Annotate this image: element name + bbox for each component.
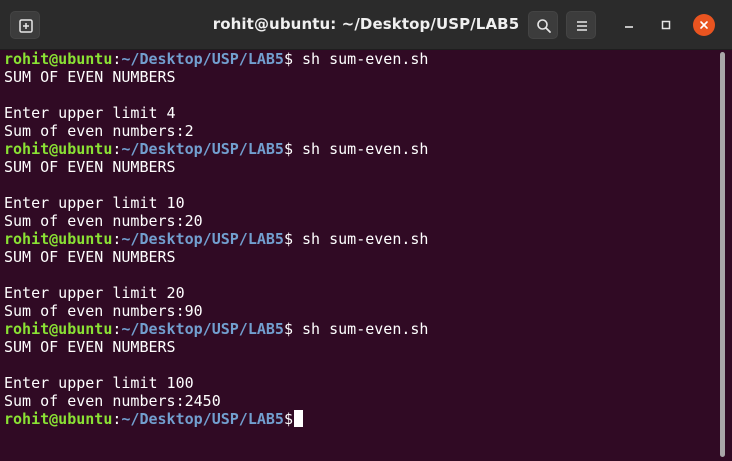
prompt-user: rohit@ubuntu (4, 230, 113, 248)
prompt-user: rohit@ubuntu (4, 410, 113, 428)
prompt-line: rohit@ubuntu:~/Desktop/USP/LAB5$ sh sum-… (4, 140, 718, 158)
command-text: $ sh sum-even.sh (283, 50, 429, 68)
search-button[interactable] (528, 11, 558, 39)
prompt-user: rohit@ubuntu (4, 140, 113, 158)
prompt-user: rohit@ubuntu (4, 50, 113, 68)
command-text: $ sh sum-even.sh (283, 230, 429, 248)
new-tab-icon (19, 19, 33, 33)
title-bar[interactable]: rohit@ubuntu: ~/Desktop/USP/LAB5 (0, 0, 732, 50)
prompt-path: ~/Desktop/USP/LAB5 (121, 410, 284, 428)
search-icon (537, 19, 551, 33)
output-line: Sum of even numbers:90 (4, 302, 203, 320)
output-line: SUM OF EVEN NUMBERS (4, 338, 176, 356)
prompt-path: ~/Desktop/USP/LAB5 (121, 50, 284, 68)
prompt-path: ~/Desktop/USP/LAB5 (121, 320, 284, 338)
scrollbar[interactable] (719, 50, 727, 461)
terminal-window: rohit@ubuntu: ~/Desktop/USP/LAB5 rohit@u… (0, 0, 732, 461)
scrollbar-thumb[interactable] (720, 52, 725, 457)
command-text: $ sh sum-even.sh (283, 140, 429, 158)
output-line: Enter upper limit 4 (4, 104, 176, 122)
hamburger-menu-icon (577, 21, 587, 31)
menu-button[interactable] (566, 11, 596, 39)
output-line: Sum of even numbers:2450 (4, 392, 221, 410)
close-button[interactable] (693, 14, 715, 36)
close-icon (700, 21, 708, 29)
prompt-line: rohit@ubuntu:~/Desktop/USP/LAB5$ sh sum-… (4, 230, 718, 248)
output-line: SUM OF EVEN NUMBERS (4, 158, 176, 176)
minimize-icon (625, 26, 633, 28)
command-text: $ (283, 410, 293, 428)
output-line: Enter upper limit 20 (4, 284, 185, 302)
new-tab-button[interactable] (10, 11, 40, 39)
output-line: SUM OF EVEN NUMBERS (4, 248, 176, 266)
prompt-line: rohit@ubuntu:~/Desktop/USP/LAB5$ (4, 410, 718, 428)
maximize-button[interactable] (655, 14, 677, 36)
prompt-path: ~/Desktop/USP/LAB5 (121, 230, 284, 248)
prompt-line: rohit@ubuntu:~/Desktop/USP/LAB5$ sh sum-… (4, 50, 718, 68)
terminal-output[interactable]: rohit@ubuntu:~/Desktop/USP/LAB5$ sh sum-… (0, 50, 718, 461)
output-line: Sum of even numbers:20 (4, 212, 203, 230)
command-text: $ sh sum-even.sh (283, 320, 429, 338)
maximize-icon (661, 20, 671, 30)
output-line: SUM OF EVEN NUMBERS (4, 68, 176, 86)
minimize-button[interactable] (618, 14, 640, 36)
output-line: Sum of even numbers:2 (4, 122, 194, 140)
prompt-path: ~/Desktop/USP/LAB5 (121, 140, 284, 158)
output-line: Enter upper limit 100 (4, 374, 194, 392)
prompt-line: rohit@ubuntu:~/Desktop/USP/LAB5$ sh sum-… (4, 320, 718, 338)
terminal-cursor (294, 410, 303, 427)
output-line: Enter upper limit 10 (4, 194, 185, 212)
prompt-user: rohit@ubuntu (4, 320, 113, 338)
